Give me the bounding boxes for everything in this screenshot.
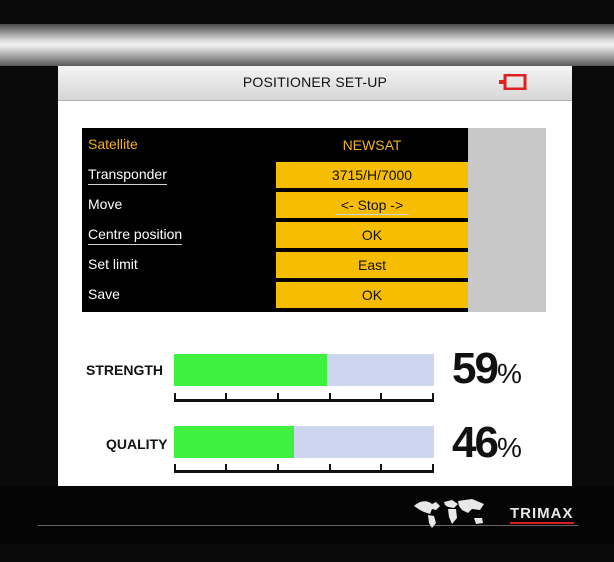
menu-value-satellite: NEWSAT [342, 137, 402, 153]
strength-scale-tick [432, 393, 434, 402]
quality-scale-tick [174, 464, 176, 473]
menu-label-set-limit: Set limit [88, 256, 138, 272]
menu-label-satellite: Satellite [88, 136, 138, 152]
strength-scale-tick [225, 393, 227, 402]
settings-menu: Satellite NEWSAT Transponder 3715/H/7000… [82, 128, 468, 312]
menu-label-move: Move [88, 196, 123, 212]
strength-bar [174, 354, 434, 386]
strength-scale-tick [329, 393, 331, 402]
title-bar: POSITIONER SET-UP [58, 66, 572, 101]
quality-value: 46 [452, 418, 499, 467]
page-title: POSITIONER SET-UP [242, 74, 388, 90]
strength-bar-fill [174, 354, 328, 386]
menu-label-centre-position: Centre position [88, 226, 183, 245]
menu-value-cell-centre-position[interactable]: OK [276, 222, 468, 248]
world-map-icon [414, 499, 484, 528]
quality-scale-tick [380, 464, 382, 473]
quality-scale-line [174, 470, 434, 473]
quality-scale-tick [277, 464, 279, 473]
menu-side-panel [468, 128, 546, 312]
strength-label: STRENGTH [86, 362, 163, 378]
menu-label-transponder: Transponder [88, 166, 167, 185]
strength-scale-tick [277, 393, 279, 402]
strength-scale-line [174, 399, 434, 402]
menu-row-set-limit[interactable]: Set limit East [82, 252, 468, 278]
menu-row-satellite[interactable]: Satellite NEWSAT [82, 132, 468, 158]
trimax-logo: TRIMAX [510, 505, 574, 524]
menu-value-cell-save[interactable]: OK [276, 282, 468, 308]
top-frame-bar [0, 24, 614, 66]
menu-value-cell-satellite[interactable]: NEWSAT [276, 132, 468, 158]
menu-value-move-wrap: <- Stop -> [276, 197, 468, 215]
quality-scale-tick [329, 464, 331, 473]
quality-scale [174, 463, 434, 473]
quality-scale-tick [432, 464, 434, 473]
strength-scale-tick [380, 393, 382, 402]
quality-label: QUALITY [106, 436, 168, 452]
menu-value-centre-position: OK [361, 227, 383, 243]
menu-row-save[interactable]: Save OK [82, 282, 468, 308]
bottom-divider [38, 525, 578, 526]
quality-scale-tick [225, 464, 227, 473]
menu-value-cell-set-limit[interactable]: East [276, 252, 468, 278]
power-plug-icon [499, 74, 527, 90]
strength-scale-tick [174, 393, 176, 402]
strength-value: 59 [452, 344, 499, 393]
menu-value-set-limit: East [357, 257, 386, 273]
menu-value-cell-move[interactable]: <- Stop -> [276, 192, 468, 218]
menu-value-save: OK [361, 287, 383, 303]
strength-percentage: 59% [452, 344, 522, 394]
menu-value-move: <- Stop -> [334, 197, 410, 215]
quality-bar [174, 426, 434, 458]
menu-row-transponder[interactable]: Transponder 3715/H/7000 [82, 162, 468, 188]
menu-row-centre-position[interactable]: Centre position OK [82, 222, 468, 248]
strength-scale [174, 392, 434, 402]
menu-row-move[interactable]: Move <- Stop -> [82, 192, 468, 218]
quality-unit: % [496, 432, 522, 463]
menu-value-transponder: 3715/H/7000 [331, 167, 413, 183]
menu-label-save: Save [88, 286, 120, 302]
strength-unit: % [496, 358, 522, 389]
positioner-setup-screen: POSITIONER SET-UP Satellite NEWSAT Trans… [58, 66, 572, 486]
quality-bar-fill [174, 426, 294, 458]
quality-percentage: 46% [452, 418, 522, 468]
menu-value-cell-transponder[interactable]: 3715/H/7000 [276, 162, 468, 188]
